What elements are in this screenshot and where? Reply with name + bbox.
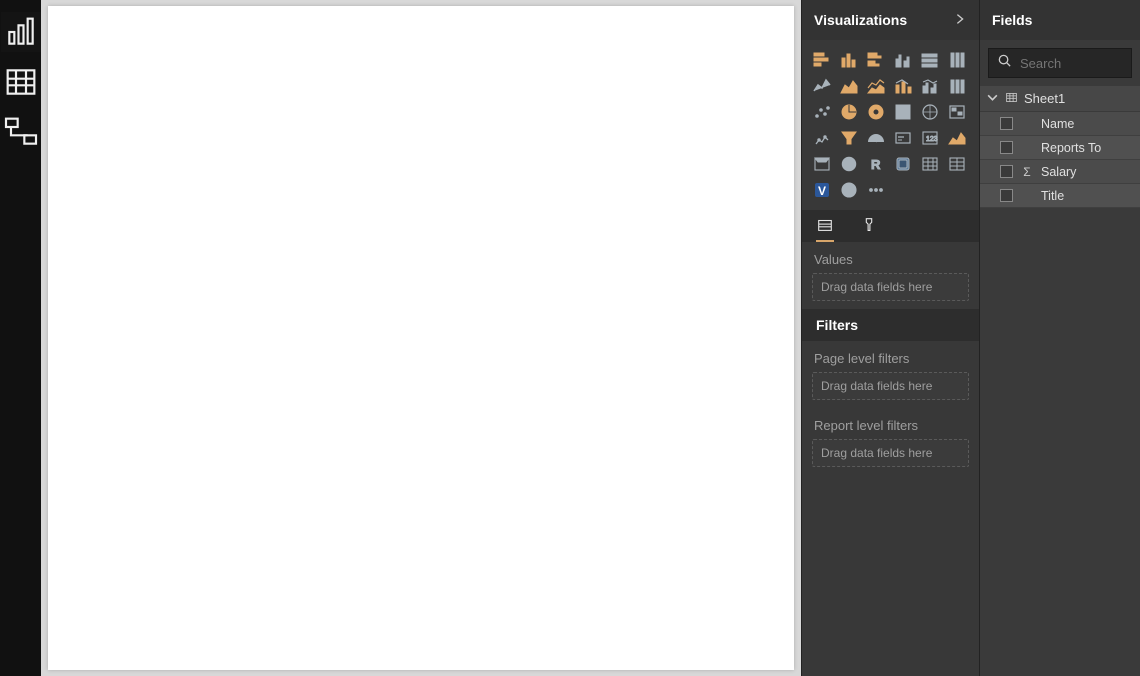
globe-icon[interactable] — [837, 178, 861, 202]
hundred-stacked-column-icon[interactable] — [945, 48, 969, 72]
data-view-button[interactable] — [1, 62, 41, 102]
field-checkbox[interactable] — [1000, 117, 1013, 130]
view-nav-rail — [0, 0, 41, 676]
treemap-icon[interactable] — [918, 100, 942, 124]
funnel-icon[interactable] — [837, 126, 861, 150]
clustered-column-chart-icon[interactable] — [891, 48, 915, 72]
field-label: Salary — [1041, 165, 1076, 179]
waterfall-chart-icon[interactable] — [810, 100, 834, 124]
fields-search-wrap — [980, 40, 1140, 86]
report-level-filters-label: Report level filters — [802, 408, 979, 439]
page-filter-drop-zone[interactable]: Drag data fields here — [812, 372, 969, 400]
python-visual-icon[interactable] — [918, 152, 942, 176]
fields-search-box[interactable] — [988, 48, 1132, 78]
table-visual-icon[interactable] — [837, 152, 861, 176]
field-label: Name — [1041, 117, 1074, 131]
field-salary[interactable]: Σ Salary — [980, 160, 1140, 184]
stacked-bar-chart-icon[interactable] — [810, 48, 834, 72]
visualizations-panel: Visualizations 123 — [801, 0, 979, 676]
visio-visual-icon[interactable]: V — [810, 178, 834, 202]
field-reports-to[interactable]: Reports To — [980, 136, 1140, 160]
svg-text:V: V — [818, 184, 826, 198]
arcgis-map-icon[interactable] — [945, 152, 969, 176]
line-chart-icon[interactable] — [810, 74, 834, 98]
fields-tab[interactable] — [816, 210, 834, 242]
fields-title: Fields — [992, 12, 1032, 28]
fields-search-input[interactable] — [1020, 56, 1123, 71]
field-checkbox[interactable] — [1000, 141, 1013, 154]
map-icon[interactable] — [945, 100, 969, 124]
area-chart-icon[interactable] — [837, 74, 861, 98]
table-name: Sheet1 — [1024, 91, 1065, 106]
card-icon[interactable] — [891, 126, 915, 150]
svg-text:R: R — [871, 157, 881, 172]
sigma-icon: Σ — [1021, 165, 1033, 179]
filters-header: Filters — [802, 309, 979, 341]
viz-format-tabs — [802, 210, 979, 242]
stacked-area-chart-icon[interactable] — [864, 74, 888, 98]
r-visual-icon[interactable] — [891, 152, 915, 176]
stacked-column-chart-icon[interactable] — [837, 48, 861, 72]
line-stacked-column-icon[interactable] — [891, 74, 915, 98]
donut-chart-icon[interactable] — [891, 100, 915, 124]
canvas-wrapper — [41, 0, 801, 676]
field-checkbox[interactable] — [1000, 189, 1013, 202]
model-view-button[interactable] — [1, 112, 41, 152]
matrix-icon[interactable]: R — [864, 152, 888, 176]
fields-panel: Fields Sheet1 Name Reports To Σ Salary — [979, 0, 1140, 676]
report-filter-drop-zone[interactable]: Drag data fields here — [812, 439, 969, 467]
scatter-chart-icon[interactable] — [837, 100, 861, 124]
ellipsis-icon[interactable] — [864, 178, 888, 202]
values-label: Values — [802, 242, 979, 273]
clustered-bar-chart-icon[interactable] — [864, 48, 888, 72]
multi-row-card-icon[interactable]: 123 — [918, 126, 942, 150]
collapse-visualizations-icon[interactable] — [953, 12, 967, 29]
field-title[interactable]: Title — [980, 184, 1140, 208]
visualizations-header: Visualizations — [802, 0, 979, 40]
search-icon — [997, 53, 1012, 73]
line-clustered-column-icon[interactable] — [918, 74, 942, 98]
page-level-filters-label: Page level filters — [802, 341, 979, 372]
field-name[interactable]: Name — [980, 112, 1140, 136]
fields-header: Fields — [980, 0, 1140, 40]
values-drop-zone[interactable]: Drag data fields here — [812, 273, 969, 301]
kpi-icon[interactable] — [945, 126, 969, 150]
visualizations-title: Visualizations — [814, 12, 907, 28]
field-checkbox[interactable] — [1000, 165, 1013, 178]
report-canvas[interactable] — [48, 6, 794, 670]
field-label: Reports To — [1041, 141, 1101, 155]
filled-map-icon[interactable] — [810, 126, 834, 150]
visualization-gallery: 123 R V — [802, 40, 979, 210]
report-view-button[interactable] — [1, 12, 41, 52]
collapse-icon — [986, 91, 999, 107]
field-label: Title — [1041, 189, 1064, 203]
ribbon-chart-icon[interactable] — [945, 74, 969, 98]
hundred-stacked-bar-icon[interactable] — [918, 48, 942, 72]
table-sheet1[interactable]: Sheet1 — [980, 86, 1140, 112]
pie-chart-icon[interactable] — [864, 100, 888, 124]
format-tab[interactable] — [860, 210, 878, 242]
table-icon — [1005, 91, 1018, 107]
slicer-icon[interactable] — [810, 152, 834, 176]
gauge-icon[interactable] — [864, 126, 888, 150]
svg-text:123: 123 — [926, 136, 938, 143]
